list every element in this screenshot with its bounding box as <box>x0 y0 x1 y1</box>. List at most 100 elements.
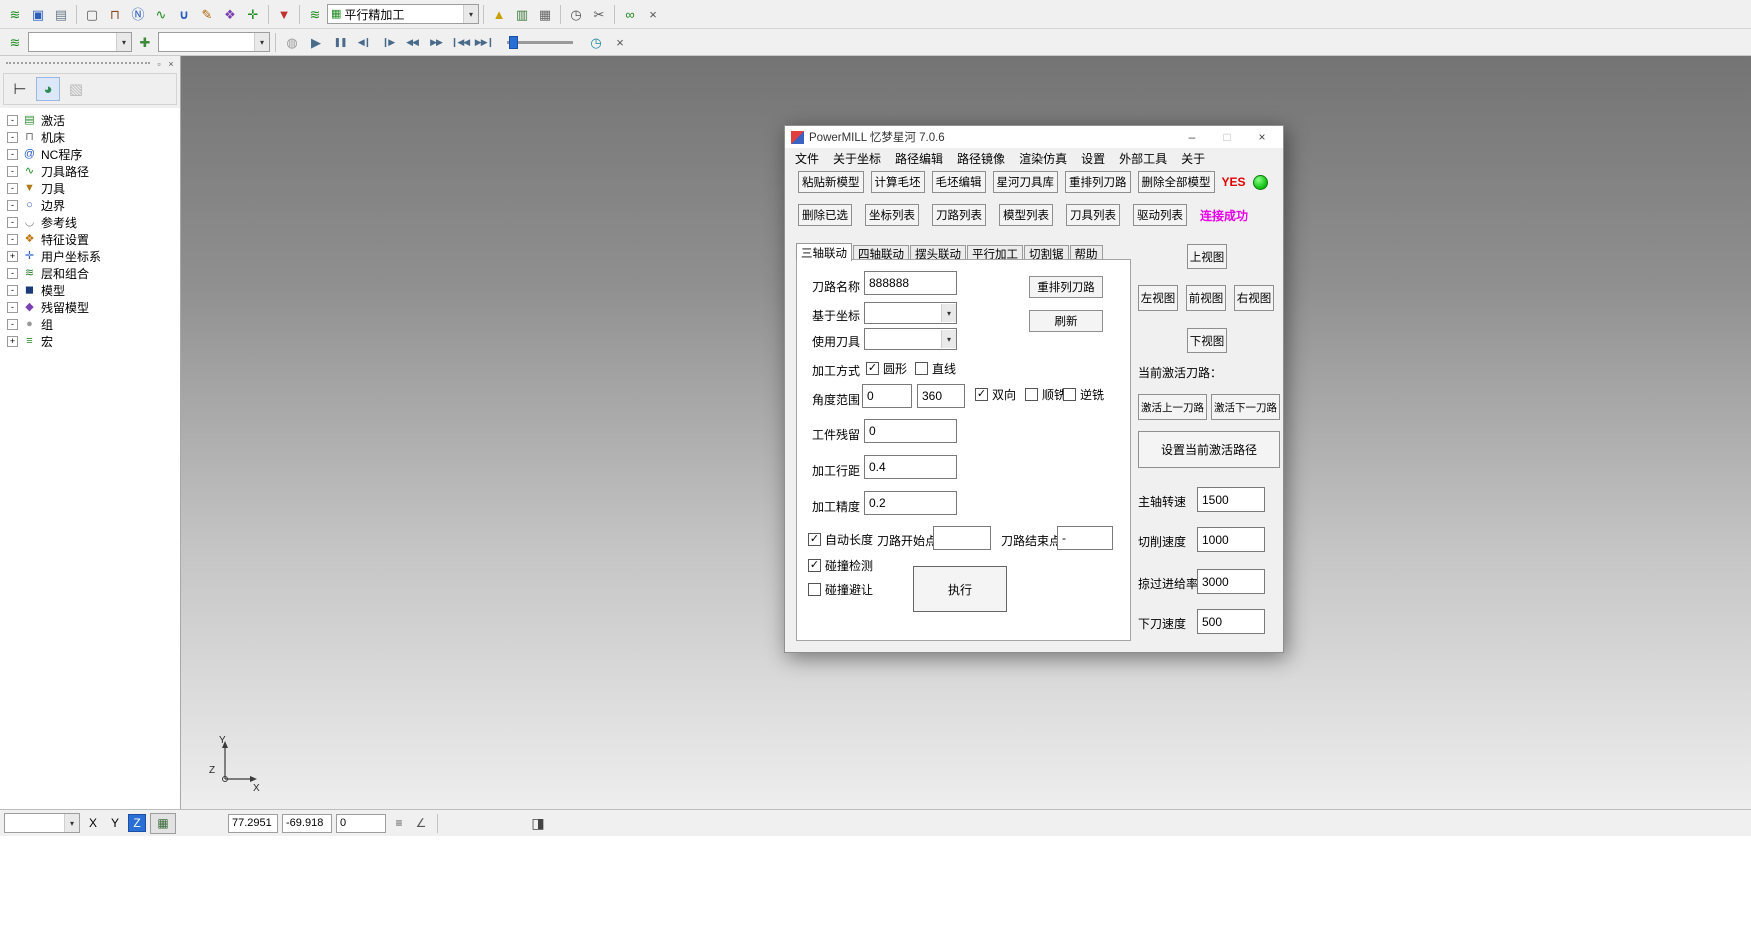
view-top-button[interactable]: 上视图 <box>1187 244 1227 269</box>
tool-list-button[interactable]: 刀具列表 <box>1066 204 1120 226</box>
calc-block-button[interactable]: 计算毛坯 <box>871 171 925 193</box>
collision-check-checkbox[interactable]: ✓ 碰撞检测 <box>808 557 873 574</box>
panel-pin-icon[interactable]: ▫ <box>153 58 165 70</box>
step-forward-icon[interactable]: ❙▶ <box>377 31 399 53</box>
panel-grip[interactable] <box>6 62 150 66</box>
menu-workplane[interactable]: 关于坐标 <box>826 149 888 168</box>
tree-item-nc-program[interactable]: -@NC程序 <box>0 146 180 163</box>
stepover-input[interactable] <box>864 455 957 479</box>
pause-icon[interactable]: ❚❚ <box>329 31 351 53</box>
expander-icon[interactable]: - <box>7 217 18 228</box>
nc-program-dropdown[interactable]: ▾ <box>28 32 132 52</box>
strategy-panel-icon[interactable]: ≋ <box>304 3 326 25</box>
go-to-start-icon[interactable]: ❙◀◀ <box>449 31 471 53</box>
tool-select[interactable]: ▾ <box>864 328 957 350</box>
skim-rate-input[interactable] <box>1197 569 1265 594</box>
block-icon[interactable]: ▢ <box>81 3 103 25</box>
fast-forward-icon[interactable]: ▶▶ <box>425 31 447 53</box>
minimize-button[interactable]: – <box>1177 128 1207 146</box>
set-active-path-button[interactable]: 设置当前激活路径 <box>1138 431 1280 468</box>
plane-icon[interactable]: ∠ <box>412 814 430 832</box>
expander-icon[interactable]: - <box>7 166 18 177</box>
expander-icon[interactable]: - <box>7 149 18 160</box>
strategy-dropdown[interactable]: ▦ 平行精加工 ▾ <box>327 4 479 24</box>
tree-item-group[interactable]: -●组 <box>0 316 180 333</box>
grid-snap-button[interactable]: ▦ <box>150 813 176 834</box>
panel-close-icon[interactable]: × <box>165 58 177 70</box>
spindle-speed-input[interactable] <box>1197 487 1265 512</box>
view-right-button[interactable]: 右视图 <box>1234 285 1274 311</box>
edit-block-button[interactable]: 毛坯编辑 <box>932 171 986 193</box>
toolpath-list-button[interactable]: 刀路列表 <box>932 204 986 226</box>
rearrange-button[interactable]: 重排列刀路 <box>1029 276 1103 298</box>
nc-program-icon[interactable]: Ⓝ <box>127 3 149 25</box>
tree-item-stock-model[interactable]: -◆残留模型 <box>0 299 180 316</box>
tab-3axis[interactable]: 三轴联动 <box>796 243 852 261</box>
coord-x-input[interactable] <box>228 814 278 833</box>
expander-icon[interactable]: - <box>7 115 18 126</box>
cut-time-icon[interactable]: ✂ <box>588 3 610 25</box>
menu-settings[interactable]: 设置 <box>1074 149 1112 168</box>
globe-icon[interactable]: ◕ <box>36 77 60 101</box>
sim-clock-icon[interactable]: ◷ <box>585 31 607 53</box>
tree-item-feature-set[interactable]: -❖特征设置 <box>0 231 180 248</box>
mode-line-checkbox[interactable]: 直线 <box>915 360 956 377</box>
feature-set-icon[interactable]: ❖ <box>219 3 241 25</box>
step-back-icon[interactable]: ◀❙ <box>353 31 375 53</box>
main-toolbar-close-icon[interactable]: × <box>642 3 664 25</box>
view-front-button[interactable]: 前视图 <box>1186 285 1226 311</box>
sim-toolpath-icon[interactable]: ≋ <box>4 31 26 53</box>
menu-about[interactable]: 关于 <box>1174 149 1212 168</box>
tree-item-boundary[interactable]: -○边界 <box>0 197 180 214</box>
view-left-button[interactable]: 左视图 <box>1138 285 1178 311</box>
boundary-icon[interactable]: ∪ <box>173 3 195 25</box>
delete-all-models-button[interactable]: 删除全部模型 <box>1138 171 1215 193</box>
close-button[interactable]: × <box>1247 128 1277 146</box>
tree-item-toolpath[interactable]: -∿刀具路径 <box>0 163 180 180</box>
tree-item-tool[interactable]: -▼刀具 <box>0 180 180 197</box>
pattern-icon[interactable]: ✎ <box>196 3 218 25</box>
axis-z-button[interactable]: Z <box>128 814 146 832</box>
expander-icon[interactable]: + <box>7 251 18 262</box>
expander-icon[interactable]: - <box>7 200 18 211</box>
expander-icon[interactable]: - <box>7 285 18 296</box>
coord-list-icon[interactable]: ≡ <box>390 814 408 832</box>
expander-icon[interactable]: - <box>7 132 18 143</box>
workplane-icon[interactable]: ✛ <box>242 3 264 25</box>
menu-path-mirror[interactable]: 路径镜像 <box>950 149 1012 168</box>
activate-prev-button[interactable]: 激活上一刀路 <box>1138 394 1207 420</box>
machine-tool-icon[interactable]: ⊓ <box>104 3 126 25</box>
auto-length-checkbox[interactable]: ✓ 自动长度 <box>808 531 873 548</box>
toolpath-icon[interactable]: ∿ <box>150 3 172 25</box>
tree-item-machine[interactable]: -⊓机床 <box>0 129 180 146</box>
split-view-icon[interactable]: ◨ <box>529 814 547 832</box>
shaded-view-icon[interactable]: ▧ <box>64 77 88 101</box>
calculator-icon[interactable]: ▦ <box>534 3 556 25</box>
menu-file[interactable]: 文件 <box>788 149 826 168</box>
render-bulb-icon[interactable]: ◍ <box>281 31 303 53</box>
coord-z-input[interactable] <box>336 814 386 833</box>
toolpath-name-input[interactable] <box>864 271 957 295</box>
workplane-list-button[interactable]: 坐标列表 <box>865 204 919 226</box>
tool-library-button[interactable]: 星河刀具库 <box>993 171 1059 193</box>
view-icon[interactable]: ∞ <box>619 3 641 25</box>
expander-icon[interactable]: - <box>7 234 18 245</box>
axis-x-button[interactable]: X <box>84 814 102 832</box>
expander-icon[interactable]: - <box>7 302 18 313</box>
view-bottom-button[interactable]: 下视图 <box>1187 328 1227 353</box>
maximize-button[interactable]: □ <box>1212 128 1242 146</box>
tree-item-levels[interactable]: -≋层和组合 <box>0 265 180 282</box>
expander-icon[interactable]: - <box>7 268 18 279</box>
expander-icon[interactable]: + <box>7 336 18 347</box>
play-icon[interactable]: ▶ <box>305 31 327 53</box>
tree-view-icon[interactable]: ⊢ <box>8 77 32 101</box>
coord-y-input[interactable] <box>282 814 332 833</box>
drive-list-button[interactable]: 驱动列表 <box>1133 204 1187 226</box>
simulation-speed-slider[interactable] <box>507 41 573 44</box>
menu-external-tools[interactable]: 外部工具 <box>1112 149 1174 168</box>
conventional-mill-checkbox[interactable]: 逆铣 <box>1063 386 1104 403</box>
delete-selected-button[interactable]: 删除已选 <box>798 204 852 226</box>
expander-icon[interactable]: - <box>7 183 18 194</box>
tool-icon[interactable]: ▼ <box>273 3 295 25</box>
attach-tool-icon[interactable]: ✚ <box>134 31 156 53</box>
